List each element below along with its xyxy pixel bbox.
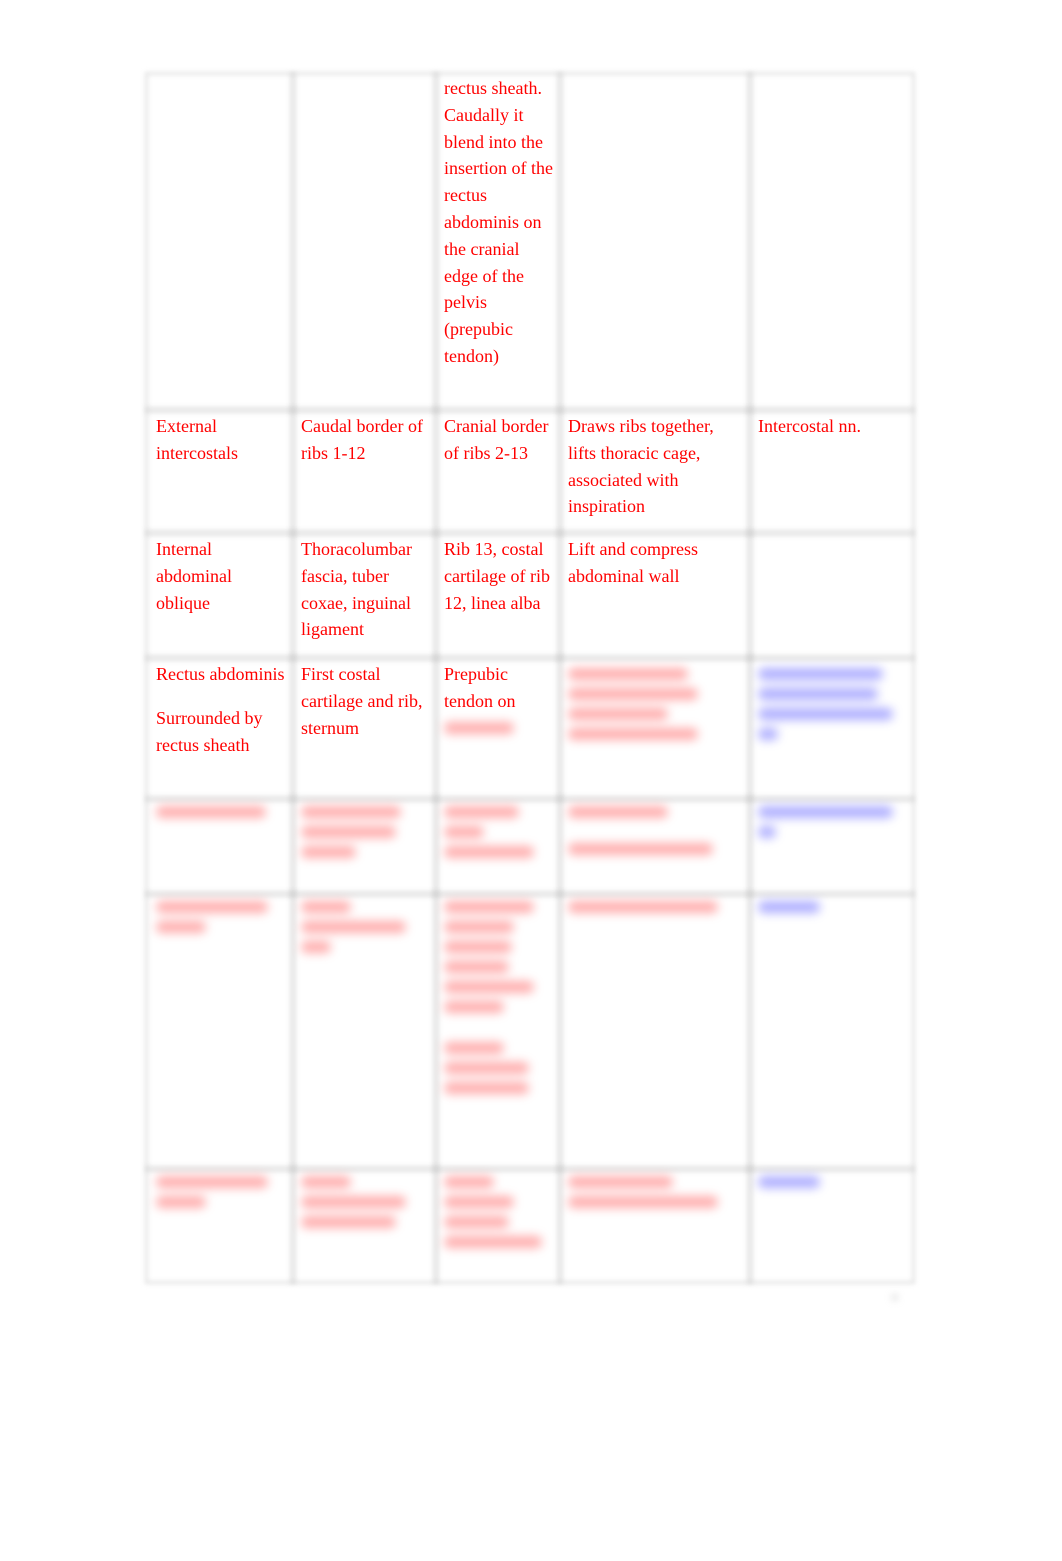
page-number-obscured: • [892, 1290, 898, 1307]
obscured-text [758, 901, 906, 913]
origin-cell: First costal cartilage and rib, sternum [293, 658, 436, 799]
obscured-text [444, 806, 554, 858]
innervation-cell [750, 1169, 912, 1281]
muscle-cell [148, 894, 293, 1169]
muscle-name: Rectus abdominis [156, 664, 285, 684]
origin-cell [293, 1169, 436, 1281]
obscured-text [444, 901, 554, 1094]
insertion-cell [436, 1169, 560, 1281]
origin-cell: Thoracolumbar fascia, tuber coxae, ingui… [293, 533, 436, 658]
innervation-cell [750, 533, 912, 658]
insertion-cell: Prepubic tendon on [436, 658, 560, 799]
obscured-text [444, 721, 554, 734]
obscured-text [301, 1176, 430, 1228]
table-row: Internal abdominal oblique Thoracolumbar… [148, 533, 912, 658]
muscle-cell: Internal abdominal oblique [148, 533, 293, 658]
innervation-cell [750, 894, 912, 1169]
insertion-cell [436, 799, 560, 894]
muscle-cell [148, 799, 293, 894]
muscle-cell: External intercostals [148, 410, 293, 533]
action-cell [560, 75, 750, 410]
obscured-text [758, 1176, 906, 1188]
obscured-text [568, 806, 744, 855]
obscured-text [568, 901, 744, 913]
innervation-cell [750, 799, 912, 894]
action-cell: Lift and compress abdominal wall [560, 533, 750, 658]
action-cell [560, 658, 750, 799]
obscured-text [156, 1176, 287, 1208]
action-cell: Draws ribs together, lifts thoracic cage… [560, 410, 750, 533]
table-row [148, 1169, 912, 1281]
action-cell [560, 894, 750, 1169]
innervation-cell [750, 658, 912, 799]
obscured-text [444, 1176, 554, 1248]
action-cell [560, 799, 750, 894]
table-row: External intercostals Caudal border of r… [148, 410, 912, 533]
origin-cell [293, 75, 436, 410]
obscured-text [301, 806, 430, 858]
origin-cell [293, 799, 436, 894]
muscle-table: rectus sheath. Caudally it blend into th… [148, 75, 912, 1281]
insertion-cell: rectus sheath. Caudally it blend into th… [436, 75, 560, 410]
muscle-cell: Rectus abdominis Surrounded by rectus sh… [148, 658, 293, 799]
obscured-text [568, 668, 744, 740]
innervation-cell: Intercostal nn. [750, 410, 912, 533]
muscle-note: Surrounded by rectus sheath [156, 707, 263, 755]
table-row [148, 799, 912, 894]
insertion-cell: Cranial border of ribs 2-13 [436, 410, 560, 533]
innervation-cell [750, 75, 912, 410]
obscured-text [758, 806, 906, 838]
table-row: Rectus abdominis Surrounded by rectus sh… [148, 658, 912, 799]
obscured-text [568, 1176, 744, 1208]
obscured-text [156, 901, 287, 933]
table-row [148, 894, 912, 1169]
insertion-cell [436, 894, 560, 1169]
obscured-text [156, 806, 287, 818]
table-row: rectus sheath. Caudally it blend into th… [148, 75, 912, 410]
document-page: rectus sheath. Caudally it blend into th… [0, 0, 1062, 1561]
action-cell [560, 1169, 750, 1281]
insertion-text: Prepubic tendon on [444, 664, 516, 711]
muscle-cell [148, 1169, 293, 1281]
origin-cell [293, 894, 436, 1169]
obscured-text [301, 901, 430, 953]
obscured-text [758, 668, 906, 740]
insertion-cell: Rib 13, costal cartilage of rib 12, line… [436, 533, 560, 658]
muscle-cell [148, 75, 293, 410]
origin-cell: Caudal border of ribs 1-12 [293, 410, 436, 533]
